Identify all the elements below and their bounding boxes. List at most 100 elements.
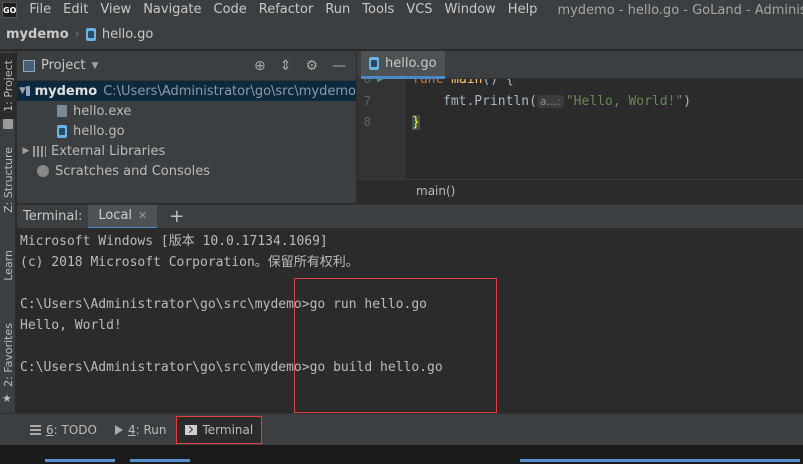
menu-view[interactable]: View: [94, 0, 137, 20]
tool-tab-project[interactable]: 1: Project: [0, 53, 16, 119]
go-file-icon: [85, 28, 96, 41]
goland-logo-icon: GO: [2, 2, 18, 18]
bottom-tool-bar: 6: TODO 4: Run Terminal: [0, 413, 803, 445]
taskbar-indicator: [130, 459, 190, 462]
add-tab-icon[interactable]: +: [169, 206, 184, 227]
star-icon: ★: [2, 392, 12, 405]
todo-list-icon: [30, 424, 41, 435]
breadcrumb-file[interactable]: hello.go: [85, 27, 153, 42]
tree-item-hello-go[interactable]: hello.go: [17, 121, 356, 141]
tree-item-scratches-label: Scratches and Consoles: [55, 163, 211, 179]
folder-icon: [25, 86, 30, 96]
terminal-line: Microsoft Windows [版本 10.0.17134.1069]: [20, 234, 328, 249]
tool-tab-project-label: 1: Project: [1, 60, 15, 112]
editor-function-breadcrumb[interactable]: main(): [416, 184, 455, 198]
terminal-tab-local-label: Local: [98, 208, 133, 223]
line-number: 6: [363, 79, 371, 86]
tree-item-mydemo-label: mydemo: [34, 83, 98, 99]
terminal-output[interactable]: Microsoft Windows [版本 10.0.17134.1069] (…: [17, 228, 803, 413]
terminal-tab-bar: Terminal: Local ✕ +: [17, 204, 803, 229]
todo-label: : TODO: [53, 422, 97, 437]
code-keyword: func: [412, 79, 452, 87]
code-line-6: 6 ▶ func main() {: [357, 79, 803, 89]
terminal-icon: [185, 424, 198, 435]
taskbar-indicator: [45, 459, 115, 462]
run-tool-button[interactable]: 4: Run: [107, 416, 175, 444]
terminal-button-label: Terminal: [202, 422, 254, 437]
tool-tab-learn[interactable]: Learn: [0, 245, 16, 285]
menu-run[interactable]: Run: [319, 0, 356, 20]
menu-help[interactable]: Help: [502, 0, 544, 20]
tree-item-mydemo[interactable]: ▼ mydemo C:\Users\Administrator\go\src\m…: [17, 81, 356, 101]
menu-navigate[interactable]: Navigate: [137, 0, 207, 20]
expand-arrow-icon[interactable]: ▶: [19, 146, 33, 156]
terminal-line: Hello, World!: [20, 318, 122, 333]
run-label: : Run: [135, 422, 167, 437]
menu-file[interactable]: File: [23, 0, 57, 20]
library-icon: [33, 145, 46, 157]
left-tool-strip: 1: Project Z: Structure Learn 2: Favorit…: [0, 51, 16, 413]
code-string: "Hello, World!": [565, 93, 684, 109]
tool-tab-favorites[interactable]: 2: Favorites: [0, 319, 16, 391]
run-mnemonic: 4: [127, 422, 136, 437]
terminal-tab-local[interactable]: Local ✕: [88, 204, 158, 229]
editor-tab-bar: hello.go: [357, 51, 803, 79]
code-text: }: [412, 114, 420, 130]
menu-tools[interactable]: Tools: [356, 0, 400, 20]
chevron-right-icon: ›: [74, 27, 80, 42]
editor-tab-label: hello.go: [385, 56, 437, 71]
breadcrumb-project[interactable]: mydemo: [6, 27, 69, 42]
menu-vcs[interactable]: VCS: [400, 0, 438, 20]
annotation-highlight-box: [294, 278, 497, 413]
project-panel: Project ▼ ⊕ ⇕ ⚙ — ▼ mydemo C:\Users\Admi…: [17, 51, 356, 203]
line-number: 7: [363, 94, 371, 108]
structure-icon: [3, 119, 13, 129]
go-file-icon: [369, 57, 379, 70]
tree-item-hello-exe[interactable]: hello.exe: [17, 101, 356, 121]
code-brace: }: [412, 114, 420, 130]
line-number: 8: [363, 115, 371, 129]
close-icon[interactable]: ✕: [138, 209, 147, 222]
todo-mnemonic: 6: [46, 422, 54, 437]
collapse-icon[interactable]: ⇕: [280, 58, 292, 74]
menu-edit[interactable]: Edit: [57, 0, 94, 20]
editor-breadcrumb-bar: main(): [357, 179, 803, 203]
run-gutter-icon[interactable]: ▶: [377, 79, 387, 85]
locate-icon[interactable]: ⊕: [254, 58, 266, 74]
code-line-8: 8 }: [357, 112, 803, 132]
run-icon: [114, 424, 123, 435]
code-editor[interactable]: 6 ▶ func main() { 7 fmt.Println(a...: "He…: [357, 79, 803, 179]
code-rest: () {: [482, 79, 514, 87]
tree-item-external-libraries-label: External Libraries: [51, 143, 166, 159]
expand-arrow-icon[interactable]: ▼: [19, 86, 26, 96]
tree-item-external-libraries[interactable]: ▶ External Libraries: [17, 141, 356, 161]
tool-tab-structure[interactable]: Z: Structure: [0, 147, 16, 213]
project-panel-tools: ⊕ ⇕ ⚙ —: [254, 58, 356, 74]
go-file-icon: [57, 124, 67, 138]
project-view-selector[interactable]: Project ▼: [23, 58, 98, 73]
editor-tab-hello-go[interactable]: hello.go: [361, 51, 445, 79]
code-text: func main() {: [412, 79, 514, 87]
os-taskbar: [0, 445, 803, 464]
tree-item-hello-exe-label: hello.exe: [73, 103, 132, 119]
scratches-icon: [37, 165, 49, 177]
breadcrumb: mydemo › hello.go: [0, 20, 803, 50]
menu-window[interactable]: Window: [439, 0, 502, 20]
project-view-icon: [23, 59, 35, 72]
gear-icon[interactable]: ⚙: [305, 58, 318, 74]
menu-bar: GO File Edit View Navigate Code Refactor…: [0, 0, 803, 20]
menu-refactor[interactable]: Refactor: [253, 0, 320, 20]
code-call: fmt.Println(: [443, 93, 537, 109]
code-end: ): [683, 93, 692, 109]
todo-tool-button[interactable]: 6: TODO: [22, 416, 105, 444]
terminal-tool-button[interactable]: Terminal: [176, 415, 263, 444]
tree-item-mydemo-path: C:\Users\Administrator\go\src\mydemo: [103, 83, 356, 99]
minimize-icon[interactable]: —: [332, 58, 346, 74]
menu-code[interactable]: Code: [208, 0, 253, 20]
tree-item-scratches[interactable]: Scratches and Consoles: [17, 161, 356, 181]
tool-tab-favorites-label: 2: Favorites: [1, 323, 15, 387]
code-function-name: main: [451, 79, 483, 87]
window-title: mydemo - hello.go - GoLand - Administrat…: [557, 2, 803, 18]
exe-file-icon: [57, 105, 67, 117]
terminal-label: Terminal:: [23, 209, 83, 224]
